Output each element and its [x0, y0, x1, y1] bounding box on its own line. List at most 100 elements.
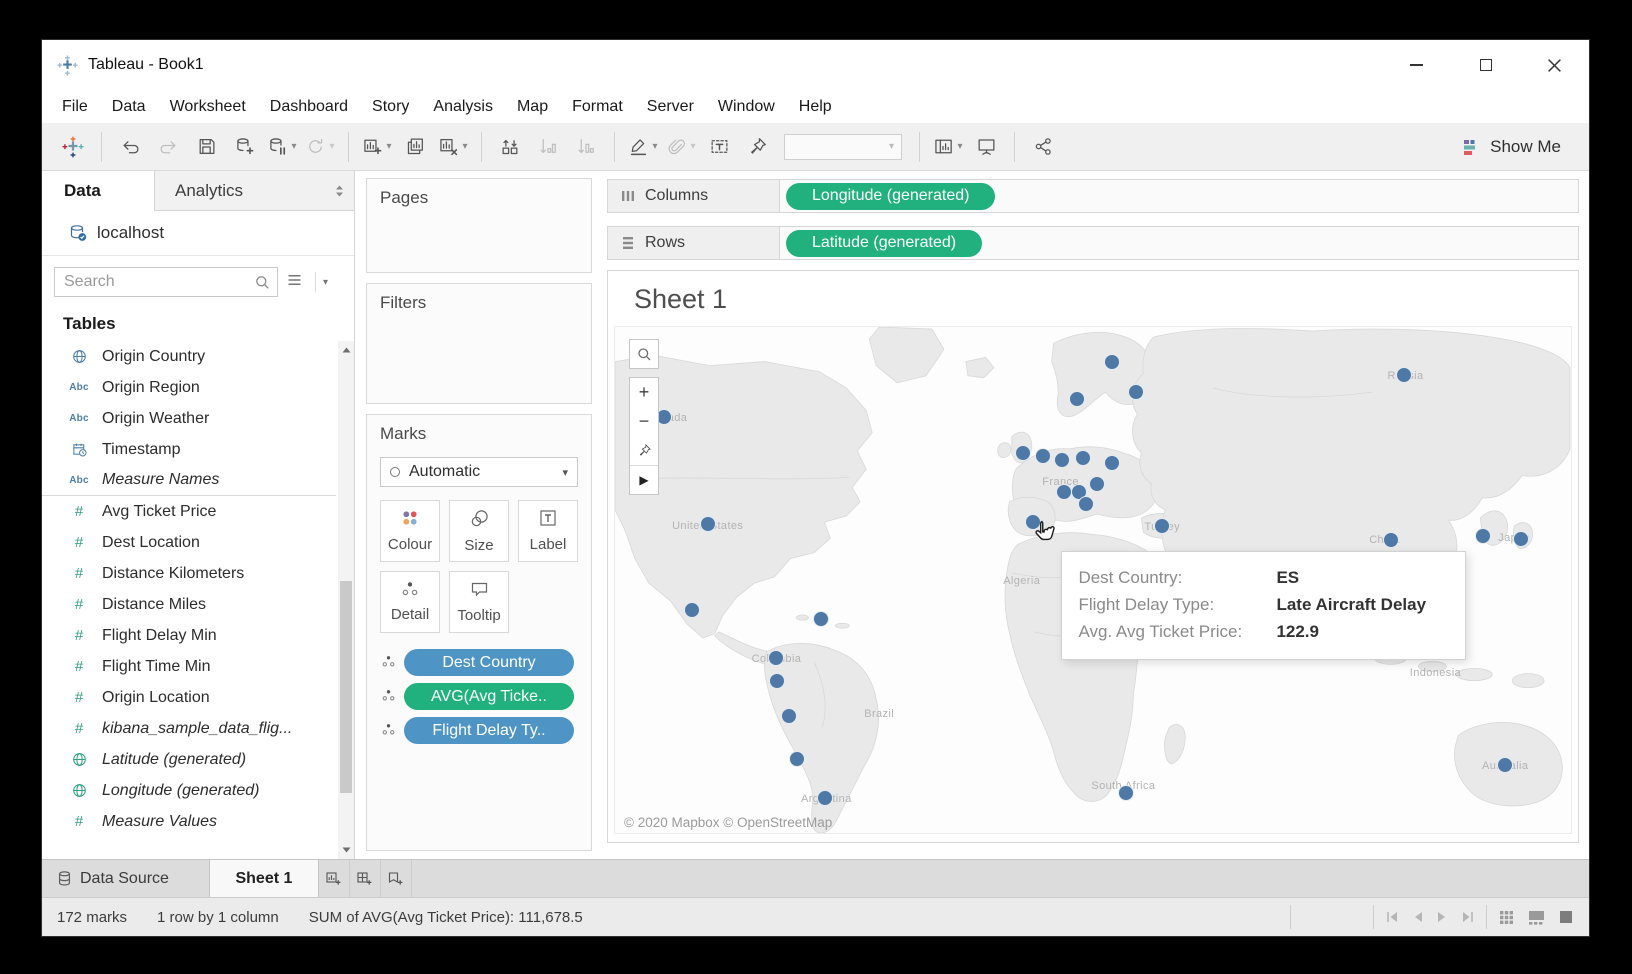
- highlight-button[interactable]: ▾: [627, 129, 659, 165]
- dropdown-caret-icon[interactable]: ▾: [957, 141, 962, 152]
- marks-pill[interactable]: AVG(Avg Ticke..: [404, 683, 574, 710]
- view-as-list-icon[interactable]: [287, 273, 302, 292]
- field-item[interactable]: Longitude (generated): [42, 775, 354, 806]
- show-me-button[interactable]: Show Me: [1462, 137, 1577, 157]
- show-hide-cards-button[interactable]: ▾: [932, 129, 964, 165]
- map-mark[interactable]: [684, 602, 700, 618]
- field-item[interactable]: #kibana_sample_data_flig...: [42, 713, 354, 744]
- map-mark[interactable]: [1089, 476, 1105, 492]
- tableau-logo-button[interactable]: [57, 129, 89, 165]
- colour-button[interactable]: Colour: [380, 500, 440, 562]
- menu-item-format[interactable]: Format: [560, 90, 635, 123]
- map-view[interactable]: CanadaUnited StatesColombiaBrazilArgenti…: [614, 326, 1572, 834]
- previous-sheet-icon[interactable]: [1413, 911, 1423, 923]
- map-mark[interactable]: [1118, 785, 1134, 801]
- map-mark[interactable]: [817, 790, 833, 806]
- map-mark[interactable]: [781, 708, 797, 724]
- undo-button[interactable]: [114, 129, 146, 165]
- field-item[interactable]: #Origin Location: [42, 682, 354, 713]
- map-mark[interactable]: [769, 673, 785, 689]
- minimize-button[interactable]: [1382, 40, 1451, 90]
- field-item[interactable]: #Flight Time Min: [42, 651, 354, 682]
- map-mark[interactable]: [700, 516, 716, 532]
- group-members-button[interactable]: ▾: [665, 129, 697, 165]
- field-list-options-caret[interactable]: ▾: [323, 277, 328, 288]
- map-mark[interactable]: [1104, 354, 1120, 370]
- save-button[interactable]: [190, 129, 222, 165]
- scroll-down-icon[interactable]: [338, 841, 354, 859]
- filters-shelf[interactable]: Filters: [366, 283, 592, 404]
- zoom-in-button[interactable]: +: [630, 378, 658, 407]
- mark-type-selector[interactable]: Automatic ▾: [380, 457, 578, 487]
- dropdown-caret-icon[interactable]: ▾: [386, 141, 391, 152]
- rows-pill[interactable]: Latitude (generated): [786, 230, 982, 257]
- map-mark[interactable]: [1475, 528, 1491, 544]
- field-item[interactable]: Latitude (generated): [42, 744, 354, 775]
- single-view-icon[interactable]: [1559, 910, 1573, 924]
- zoom-out-button[interactable]: −: [630, 407, 658, 436]
- tab-analytics[interactable]: Analytics: [154, 171, 354, 211]
- new-story-button[interactable]: [381, 860, 412, 897]
- share-button[interactable]: [1027, 129, 1059, 165]
- label-button[interactable]: Label: [518, 500, 578, 562]
- field-item[interactable]: AbcOrigin Region: [42, 372, 354, 403]
- redo-button[interactable]: [152, 129, 184, 165]
- menu-item-server[interactable]: Server: [635, 90, 706, 123]
- map-mark[interactable]: [1128, 384, 1144, 400]
- show-tabs-view-icon[interactable]: [1499, 910, 1514, 925]
- dropdown-caret-icon[interactable]: ▾: [329, 141, 334, 152]
- map-mark[interactable]: [1104, 455, 1120, 471]
- new-dashboard-button[interactable]: [350, 860, 381, 897]
- pin-map-button[interactable]: [630, 436, 658, 465]
- first-sheet-icon[interactable]: [1386, 911, 1399, 923]
- menu-item-window[interactable]: Window: [706, 90, 787, 123]
- map-mark[interactable]: [768, 650, 784, 666]
- pane-sort-icon[interactable]: [335, 185, 344, 197]
- map-mark[interactable]: [1154, 518, 1170, 534]
- tab-sheet1[interactable]: Sheet 1: [209, 860, 319, 897]
- tab-data[interactable]: Data: [42, 171, 154, 211]
- menu-item-worksheet[interactable]: Worksheet: [158, 90, 258, 123]
- field-item[interactable]: #Dest Location: [42, 527, 354, 558]
- new-worksheet-button[interactable]: ▾: [361, 129, 393, 165]
- columns-pill[interactable]: Longitude (generated): [786, 183, 995, 210]
- field-item[interactable]: #Distance Kilometers: [42, 558, 354, 589]
- marks-pill[interactable]: Flight Delay Ty..: [404, 717, 574, 744]
- map-mark[interactable]: [1075, 450, 1091, 466]
- menu-item-dashboard[interactable]: Dashboard: [258, 90, 360, 123]
- size-button[interactable]: Size: [449, 500, 509, 562]
- dropdown-caret-icon[interactable]: ▾: [652, 141, 657, 152]
- map-mark[interactable]: [1056, 484, 1072, 500]
- map-mark[interactable]: [789, 751, 805, 767]
- map-mark[interactable]: [1497, 757, 1513, 773]
- rows-shelf[interactable]: Rows Latitude (generated): [607, 226, 1579, 260]
- menu-item-story[interactable]: Story: [360, 90, 421, 123]
- expand-map-controls-button[interactable]: ▶: [630, 465, 658, 494]
- data-source-connection[interactable]: localhost: [42, 211, 354, 256]
- field-item[interactable]: AbcMeasure Names: [42, 465, 336, 496]
- search-input[interactable]: [64, 273, 255, 291]
- dropdown-caret-icon[interactable]: ▾: [562, 466, 568, 479]
- map-mark[interactable]: [1078, 496, 1094, 512]
- scroll-up-icon[interactable]: [338, 341, 354, 359]
- new-data-source-button[interactable]: [228, 129, 260, 165]
- map-search-button[interactable]: [629, 339, 659, 369]
- swap-rows-columns-button[interactable]: [494, 129, 526, 165]
- field-item[interactable]: Timestamp: [42, 434, 354, 465]
- menu-item-data[interactable]: Data: [100, 90, 158, 123]
- columns-shelf[interactable]: Columns Longitude (generated): [607, 179, 1579, 213]
- scrollbar-track[interactable]: [338, 359, 354, 841]
- presentation-mode-button[interactable]: [970, 129, 1002, 165]
- next-sheet-icon[interactable]: [1437, 911, 1447, 923]
- menu-item-map[interactable]: Map: [505, 90, 560, 123]
- field-item[interactable]: Origin Country: [42, 341, 354, 372]
- pages-shelf[interactable]: Pages: [366, 178, 592, 273]
- map-mark[interactable]: [1513, 531, 1529, 547]
- menu-item-analysis[interactable]: Analysis: [421, 90, 505, 123]
- fields-scrollbar[interactable]: [338, 341, 354, 859]
- map-mark[interactable]: [813, 611, 829, 627]
- map-mark[interactable]: [1396, 367, 1412, 383]
- field-item[interactable]: AbcOrigin Weather: [42, 403, 354, 434]
- map-mark[interactable]: [1015, 445, 1031, 461]
- run-auto-updates-button[interactable]: ▾: [304, 129, 336, 165]
